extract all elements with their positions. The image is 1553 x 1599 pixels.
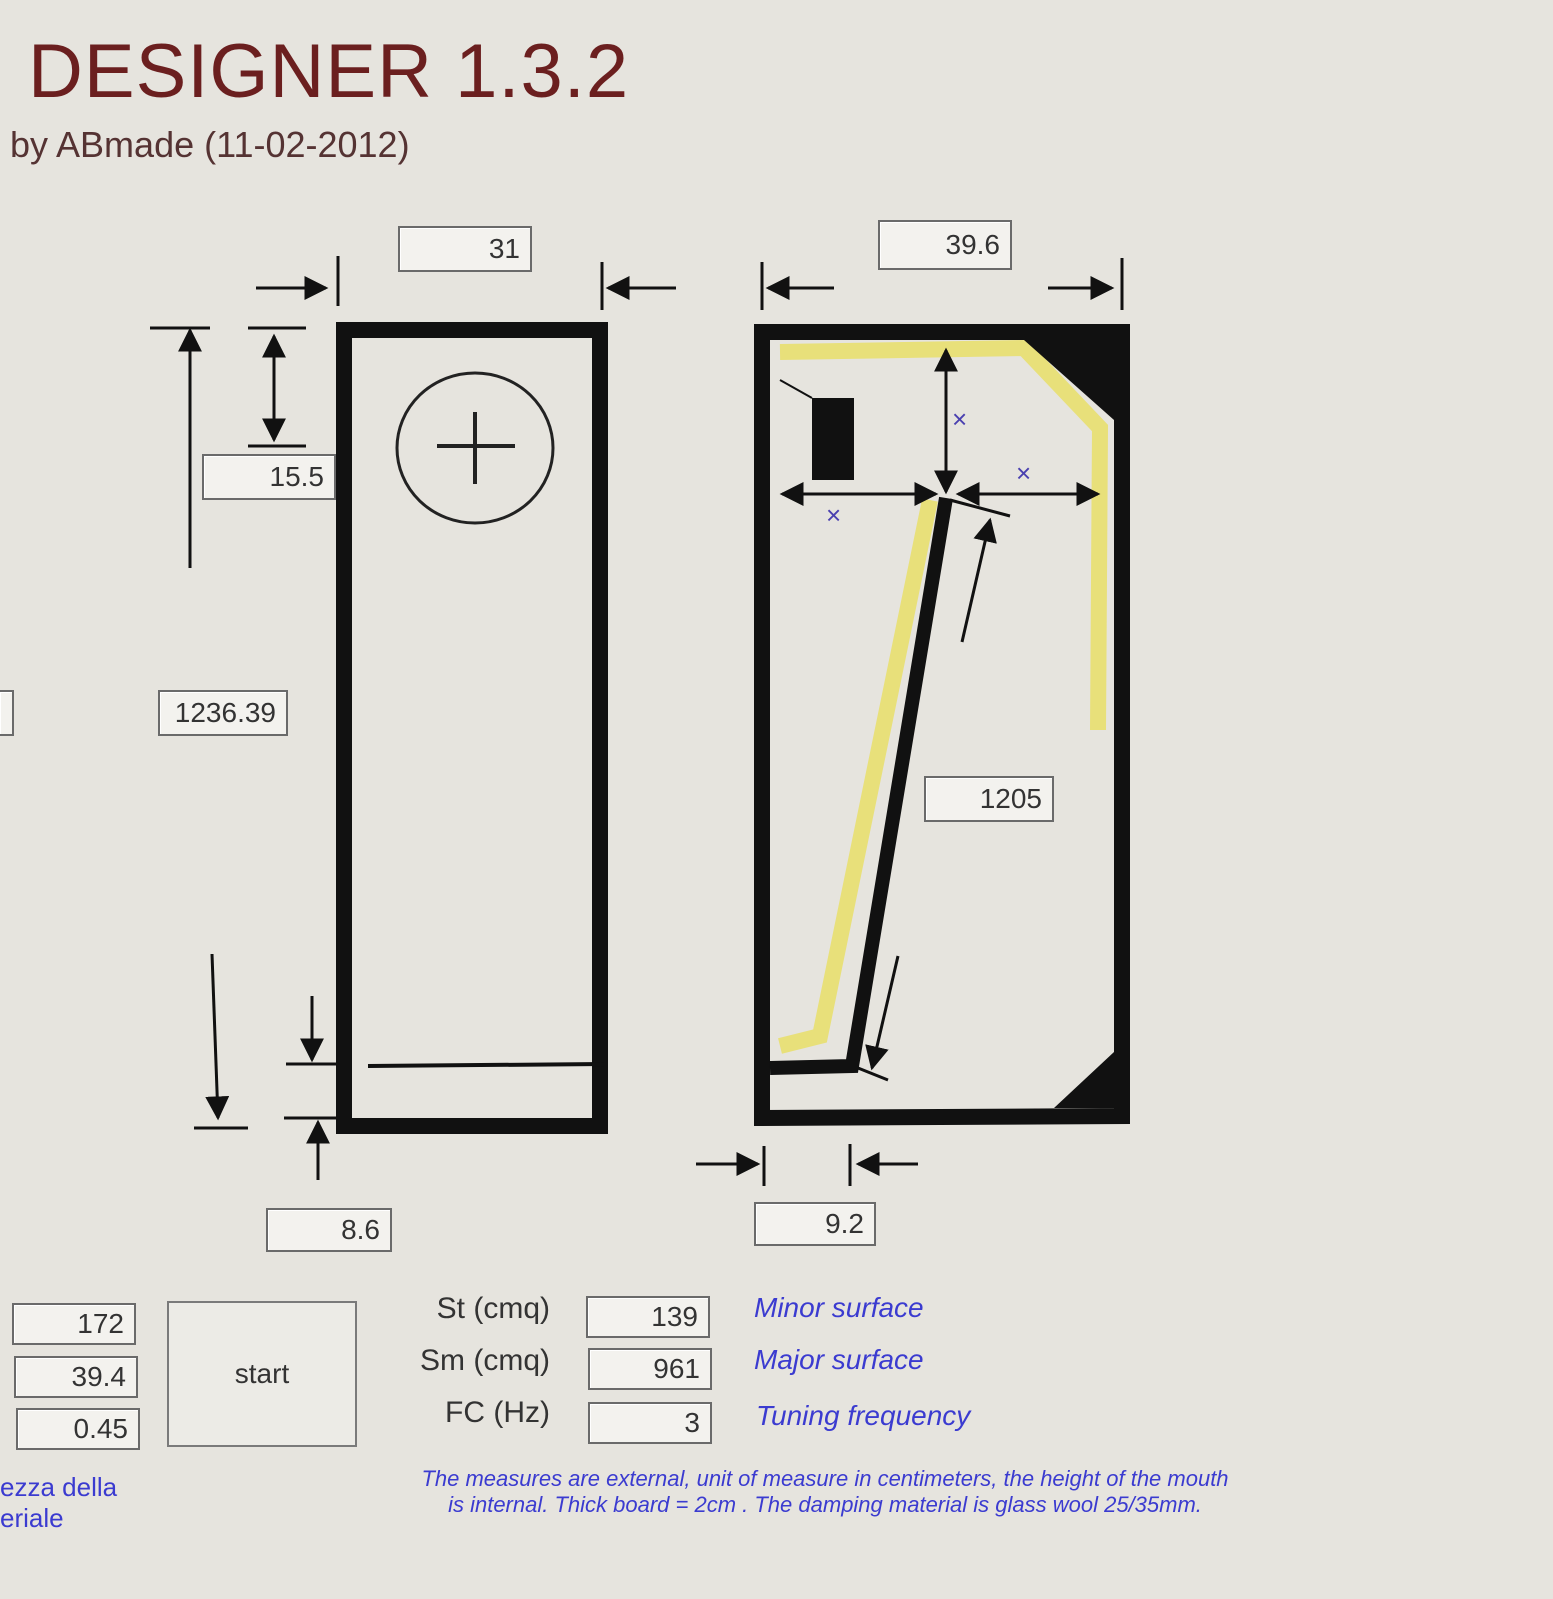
x-marker-vertical: × xyxy=(952,404,968,434)
x-marker-right: × xyxy=(1016,458,1032,488)
result-value-st[interactable]: 139 xyxy=(586,1296,710,1338)
input-field-1[interactable]: 172 xyxy=(12,1303,136,1345)
front-width-field[interactable]: 31 xyxy=(398,226,532,272)
result-label-fc: FC (Hz) xyxy=(445,1396,550,1429)
start-button[interactable]: start xyxy=(167,1301,357,1447)
bottom-corner-deflector xyxy=(1054,1052,1114,1108)
side-view xyxy=(754,324,1130,1127)
input-field-3[interactable]: 0.45 xyxy=(16,1408,140,1450)
result-desc-fc: Tuning frequency xyxy=(756,1400,971,1431)
cut-off-field[interactable] xyxy=(0,690,14,736)
result-value-fc[interactable]: 3 xyxy=(588,1402,712,1444)
result-label-st: St (cmq) xyxy=(436,1292,550,1325)
total-height-field[interactable]: 1236.39 xyxy=(158,690,288,736)
line-length-field[interactable]: 1205 xyxy=(924,776,1054,822)
bottom-offset-field[interactable]: 8.6 xyxy=(266,1208,392,1252)
result-label-sm: Sm (cmq) xyxy=(420,1344,550,1377)
measurement-note: The measures are external, unit of measu… xyxy=(421,1466,1229,1517)
result-desc-sm: Major surface xyxy=(754,1344,924,1375)
top-corner-deflector xyxy=(1024,340,1114,420)
mouth-field[interactable]: 9.2 xyxy=(754,1202,876,1246)
top-offset-field[interactable]: 15.5 xyxy=(202,454,336,500)
input-caption: ezza della eriale xyxy=(0,1472,117,1534)
driver-icon xyxy=(395,371,555,525)
result-desc-st: Minor surface xyxy=(754,1292,924,1323)
driver-block xyxy=(812,398,854,480)
side-depth-field[interactable]: 39.6 xyxy=(878,220,1012,270)
input-field-2[interactable]: 39.4 xyxy=(14,1356,138,1398)
input-caption-line-1: ezza della xyxy=(0,1472,118,1502)
front-panel-outline xyxy=(336,322,608,1134)
x-marker-left: × xyxy=(826,500,842,530)
result-value-sm[interactable]: 961 xyxy=(588,1348,712,1390)
input-caption-line-2: eriale xyxy=(0,1503,64,1533)
front-view xyxy=(336,322,608,1134)
front-port-line xyxy=(367,1062,605,1068)
